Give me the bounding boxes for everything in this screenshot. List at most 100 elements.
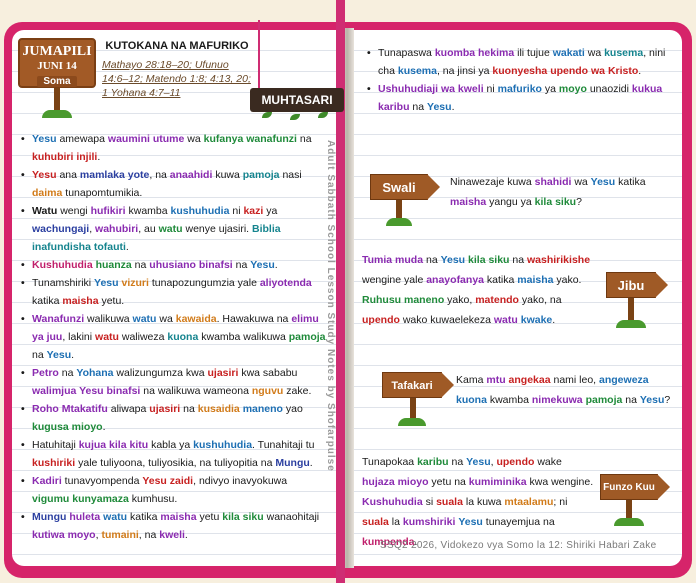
text-run: na — [423, 254, 441, 266]
highlighted-term: pamoja — [288, 331, 326, 343]
date-label: JUNI 14 — [37, 60, 77, 72]
highlighted-term: pamoja — [585, 394, 623, 406]
list-item: Ushuhudiaji wa kweli ni mafuriko ya moyo… — [366, 80, 676, 116]
highlighted-term: kawaida — [175, 313, 217, 325]
list-item: Tunapaswa kuomba hekima ili tujue wakati… — [366, 44, 676, 80]
day-sign: JUMAPILI JUNI 14 Soma — [18, 38, 96, 88]
list-item: Yesu amewapa waumini utume wa kufanya wa… — [20, 130, 326, 166]
text-run: wa — [584, 47, 605, 59]
highlighted-term: hujaza mioyo — [362, 476, 429, 488]
scripture-references[interactable]: Mathayo 28:18–20; Ufunuo 14:6–12; Matend… — [102, 58, 252, 100]
highlighted-term: Kushuhudia — [362, 496, 423, 508]
grass-icon — [42, 110, 72, 118]
text-run: ana — [56, 169, 80, 181]
day-sign-post — [54, 88, 60, 110]
highlighted-term: kwake — [520, 314, 553, 326]
sign-post — [396, 200, 402, 220]
text-run: kwa sababu — [238, 367, 298, 379]
list-item: Wanafunzi walikuwa watu wa kawaida. Hawa… — [20, 310, 326, 364]
hanging-ribbon — [258, 20, 260, 92]
list-item: Tunamshiriki Yesu vizuri tunapozungumzia… — [20, 274, 326, 310]
text-run: katika — [32, 295, 63, 307]
list-item: Mungu huleta watu katika maisha yetu kil… — [20, 508, 326, 544]
text-run: katika — [127, 511, 161, 523]
sign-post — [626, 500, 632, 520]
text-run: na — [622, 394, 640, 406]
highlighted-term: wakati — [552, 47, 585, 59]
text-run: ya — [263, 205, 278, 217]
highlighted-term: angekaa — [508, 374, 551, 386]
highlighted-term: Wanafunzi — [32, 313, 85, 325]
text-run: ili tujue — [514, 47, 553, 59]
text-run: wengine yale — [362, 274, 427, 286]
list-item: Yesu ana mamlaka yote, na anaahidi kuwa … — [20, 166, 326, 202]
highlighted-term: kushuhudia — [193, 439, 253, 451]
text-run: , au — [138, 223, 159, 235]
highlighted-term: Roho Mtakatifu — [32, 403, 108, 415]
list-item: Petro na Yohana walizungumza kwa ujasiri… — [20, 364, 326, 400]
highlighted-term: Watu — [32, 205, 58, 217]
highlighted-term: vizuri — [121, 277, 149, 289]
highlighted-term: Yesu — [440, 254, 466, 266]
text-run: na — [58, 367, 77, 379]
highlighted-term: Yesu — [32, 169, 57, 181]
highlighted-term: huleta — [69, 511, 101, 523]
highlighted-term: aliyotenda — [259, 277, 312, 289]
highlighted-term: kuhubiri injili — [32, 151, 98, 163]
highlighted-term: Yesu zaidi — [142, 475, 194, 487]
highlighted-term: Ushuhudiaji wa kweli — [378, 83, 484, 95]
highlighted-term: Ruhusu maneno — [362, 294, 445, 306]
highlighted-term: suala — [436, 496, 463, 508]
text-run: tunapozungumzia yale — [148, 277, 260, 289]
highlighted-term: Kushuhudia — [32, 259, 93, 271]
highlighted-term: kujua kila kitu — [78, 439, 149, 451]
text-run: yetu. — [98, 295, 125, 307]
text-run: na — [509, 254, 527, 266]
text-run: wake — [534, 456, 562, 468]
highlighted-term: Kadiri — [32, 475, 62, 487]
highlighted-term: moyo — [558, 83, 587, 95]
highlighted-term: watu — [95, 331, 119, 343]
text-run: katika — [484, 274, 518, 286]
text-run: wako kuwaelekeza — [399, 314, 494, 326]
highlighted-term: mafuriko — [497, 83, 542, 95]
highlighted-term: anaahidi — [169, 169, 213, 181]
text-run: yako. — [553, 274, 582, 286]
text-run: yangu ya — [486, 196, 535, 208]
highlighted-term: maneno — [242, 403, 283, 415]
footer-caption: SSQ2 2026, Vidokezo vya Somo la 12: Shir… — [380, 540, 657, 551]
text-run: unaozidi — [586, 83, 632, 95]
highlighted-term: mtaalamu — [504, 496, 554, 508]
text-run: , na jinsi ya — [436, 65, 493, 77]
text-run: la — [388, 516, 403, 528]
highlighted-term: vigumu kunyamaza — [32, 493, 129, 505]
highlighted-term: washirikishe — [527, 254, 591, 266]
text-run: zake. — [283, 385, 312, 397]
highlighted-term: Yesu — [32, 133, 57, 145]
highlighted-term: watu — [493, 314, 518, 326]
highlighted-term: Tumia muda — [362, 254, 424, 266]
highlighted-term: Yesu — [590, 176, 616, 188]
text-run: na — [32, 349, 47, 361]
highlighted-term: anayofanya — [426, 274, 484, 286]
text-run: na — [131, 259, 150, 271]
summary-list: Yesu amewapa waumini utume wa kufanya wa… — [20, 130, 326, 544]
text-run: tunayemjua na — [482, 516, 555, 528]
highlighted-term: Yesu — [46, 349, 72, 361]
highlighted-term: hufikiri — [90, 205, 126, 217]
text-run: ni — [483, 83, 498, 95]
highlighted-term: maisha — [62, 295, 99, 307]
jibu-sign: Jibu — [606, 272, 668, 298]
text-run: kwamba — [125, 205, 171, 217]
swali-sign: Swali — [370, 174, 440, 200]
text-run: . — [102, 421, 106, 433]
text-run: . — [309, 457, 313, 469]
grass-icon — [614, 518, 644, 526]
text-run: , ndivyo inavyokuwa — [193, 475, 288, 487]
highlighted-term: shahidi — [534, 176, 572, 188]
text-run: . — [184, 529, 188, 541]
highlighted-term: maisha — [517, 274, 554, 286]
tafakari-sign: Tafakari — [382, 372, 454, 398]
grass-icon — [386, 218, 412, 226]
highlighted-term: nimekuwa — [531, 394, 583, 406]
